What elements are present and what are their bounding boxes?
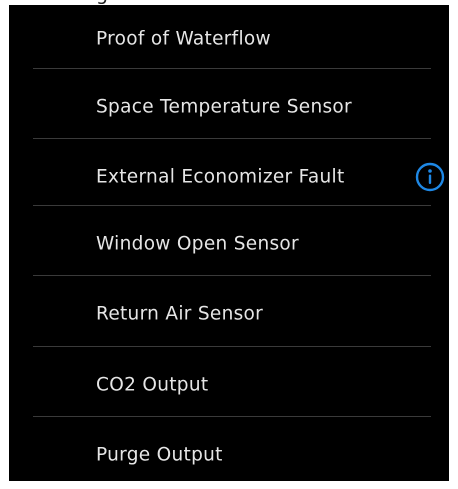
option-purge-output[interactable]: Purge Output — [9, 421, 449, 489]
divider — [33, 275, 431, 276]
option-label: Return Air Sensor — [96, 303, 264, 325]
divider — [33, 138, 431, 139]
info-icon[interactable] — [414, 161, 446, 193]
divider — [33, 416, 431, 417]
option-label: Proof of Waterflow — [96, 28, 271, 50]
option-return-air-sensor[interactable]: Return Air Sensor — [9, 280, 449, 348]
divider — [33, 205, 431, 206]
option-label: Purge Output — [96, 444, 223, 466]
option-window-open-sensor[interactable]: Window Open Sensor — [9, 210, 449, 278]
option-proof-of-waterflow[interactable]: Proof of Waterflow — [9, 5, 449, 73]
option-label: Window Open Sensor — [96, 233, 299, 255]
option-label: External Economizer Fault — [96, 166, 345, 188]
divider — [33, 68, 431, 69]
option-space-temperature-sensor[interactable]: Space Temperature Sensor — [9, 73, 449, 141]
option-label: Space Temperature Sensor — [96, 96, 352, 118]
option-list-panel: Proof of Waterflow Space Temperature Sen… — [9, 5, 449, 481]
option-co2-output[interactable]: CO2 Output — [9, 351, 449, 419]
option-label: CO2 Output — [96, 374, 209, 396]
divider — [33, 346, 431, 347]
option-external-economizer-fault[interactable]: External Economizer Fault — [9, 143, 449, 211]
